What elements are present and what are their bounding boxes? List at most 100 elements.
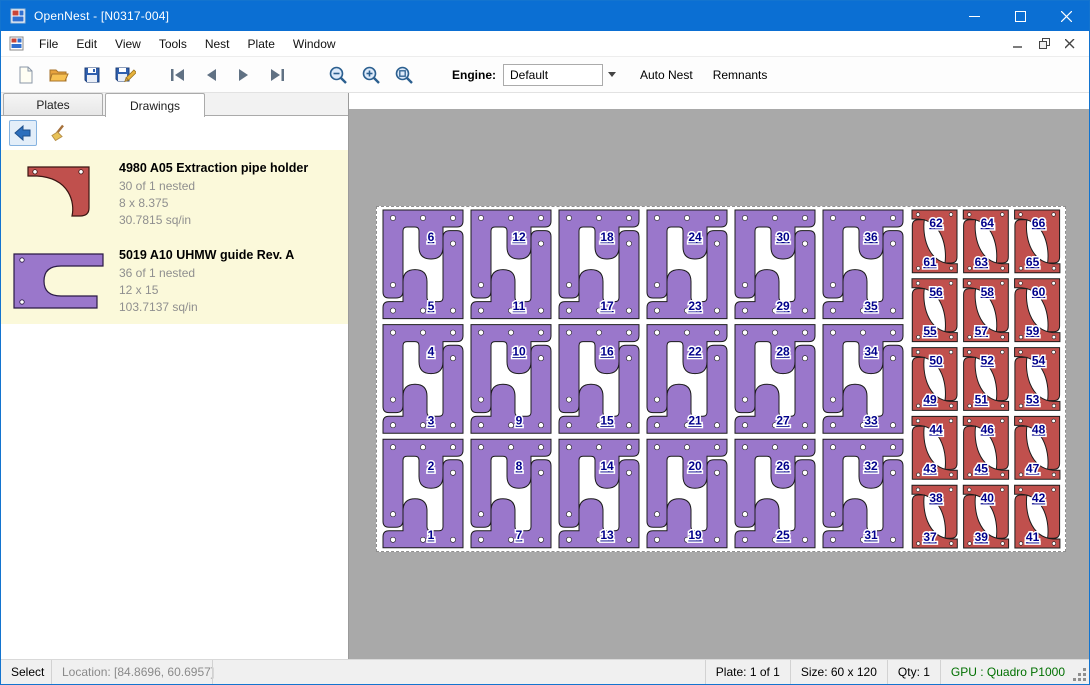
part-number[interactable]: 56 [929,285,943,299]
menu-edit[interactable]: Edit [67,31,106,56]
part-number[interactable]: 62 [929,216,943,230]
nav-prev-button[interactable] [194,60,227,90]
save-as-button[interactable] [108,60,141,90]
part-number[interactable]: 24 [688,230,702,244]
part-number[interactable]: 66 [1032,216,1046,230]
mdi-restore-button[interactable] [1033,35,1055,53]
maximize-button[interactable] [997,1,1043,31]
part-number[interactable]: 7 [516,528,523,542]
part-number[interactable]: 29 [776,299,790,313]
part-number[interactable]: 4 [428,345,435,359]
zoom-in-button[interactable] [354,60,387,90]
part-number[interactable]: 11 [513,299,526,313]
tab-plates[interactable]: Plates [3,93,103,115]
part-number[interactable]: 37 [923,530,937,544]
plate[interactable]: 6512111817242330293635431091615222128273… [376,206,1066,552]
part-number[interactable]: 43 [923,461,937,475]
part-number[interactable]: 47 [1026,461,1040,475]
part-number[interactable]: 3 [428,414,435,428]
engine-combo-arrow[interactable] [603,57,620,92]
part-number[interactable]: 35 [864,299,878,313]
part-number[interactable]: 6 [428,230,435,244]
part-number[interactable]: 49 [923,393,937,407]
part-number[interactable]: 48 [1032,422,1046,436]
part-number[interactable]: 52 [981,354,995,368]
minimize-button[interactable] [951,1,997,31]
part-number[interactable]: 25 [776,528,790,542]
part-number[interactable]: 9 [516,414,523,428]
mdi-close-button[interactable] [1059,35,1081,53]
close-button[interactable] [1043,1,1089,31]
nav-last-button[interactable] [260,60,293,90]
part-number[interactable]: 10 [512,345,526,359]
menu-window[interactable]: Window [284,31,345,56]
part-number[interactable]: 22 [688,345,702,359]
open-file-button[interactable] [42,60,75,90]
save-button[interactable] [75,60,108,90]
nav-next-button[interactable] [227,60,260,90]
part-number[interactable]: 23 [688,299,702,313]
part-number[interactable]: 30 [776,230,790,244]
list-item[interactable]: 5019 A10 UHMW guide Rev. A 36 of 1 neste… [1,237,348,324]
part-number[interactable]: 27 [776,414,790,428]
engine-combo[interactable]: Default [503,64,603,86]
part-number[interactable]: 15 [600,414,614,428]
part-number[interactable]: 19 [688,528,702,542]
send-back-button[interactable] [9,120,37,146]
part-number[interactable]: 41 [1026,530,1040,544]
nav-first-button[interactable] [161,60,194,90]
resize-grip[interactable] [1083,678,1086,681]
nest-canvas[interactable]: 6512111817242330293635431091615222128273… [349,93,1089,659]
part-number[interactable]: 17 [600,299,614,313]
part-number[interactable]: 1 [428,528,435,542]
part-number[interactable]: 59 [1026,324,1040,338]
part-number[interactable]: 8 [516,459,523,473]
part-number[interactable]: 14 [600,459,614,473]
tab-drawings[interactable]: Drawings [105,93,205,117]
part-number[interactable]: 58 [981,285,995,299]
part-number[interactable]: 45 [975,461,989,475]
remnants-button[interactable]: Remnants [703,61,778,89]
menu-tools[interactable]: Tools [150,31,196,56]
part-number[interactable]: 33 [864,414,878,428]
part-number[interactable]: 32 [864,459,878,473]
part-number[interactable]: 13 [600,528,614,542]
part-number[interactable]: 36 [864,230,878,244]
part-number[interactable]: 54 [1032,354,1046,368]
part-number[interactable]: 53 [1026,393,1040,407]
menu-nest[interactable]: Nest [196,31,239,56]
part-number[interactable]: 40 [981,491,995,505]
part-number[interactable]: 5 [428,299,435,313]
part-number[interactable]: 51 [975,393,989,407]
mdi-minimize-button[interactable] [1007,35,1029,53]
zoom-fit-button[interactable] [387,60,420,90]
plate-svg[interactable]: 6512111817242330293635431091615222128273… [377,207,1065,551]
part-number[interactable]: 50 [929,354,943,368]
part-number[interactable]: 12 [512,230,526,244]
part-number[interactable]: 55 [923,324,937,338]
part-number[interactable]: 2 [428,459,435,473]
part-number[interactable]: 16 [600,345,614,359]
part-number[interactable]: 34 [864,345,878,359]
list-item[interactable]: 4980 A05 Extraction pipe holder 30 of 1 … [1,150,348,237]
part-number[interactable]: 60 [1032,285,1046,299]
part-number[interactable]: 65 [1026,255,1040,269]
new-file-button[interactable] [9,60,42,90]
menu-view[interactable]: View [106,31,150,56]
clear-button[interactable] [45,120,73,146]
part-number[interactable]: 28 [776,345,790,359]
part-number[interactable]: 42 [1032,491,1046,505]
part-number[interactable]: 38 [929,491,943,505]
part-number[interactable]: 20 [688,459,702,473]
zoom-out-button[interactable] [321,60,354,90]
part-number[interactable]: 39 [975,530,989,544]
part-number[interactable]: 26 [776,459,790,473]
menu-file[interactable]: File [30,31,67,56]
part-number[interactable]: 61 [923,255,937,269]
part-number[interactable]: 63 [975,255,989,269]
part-number[interactable]: 44 [929,422,943,436]
part-number[interactable]: 64 [981,216,995,230]
part-number[interactable]: 57 [975,324,989,338]
menu-plate[interactable]: Plate [239,31,284,56]
part-number[interactable]: 18 [600,230,614,244]
